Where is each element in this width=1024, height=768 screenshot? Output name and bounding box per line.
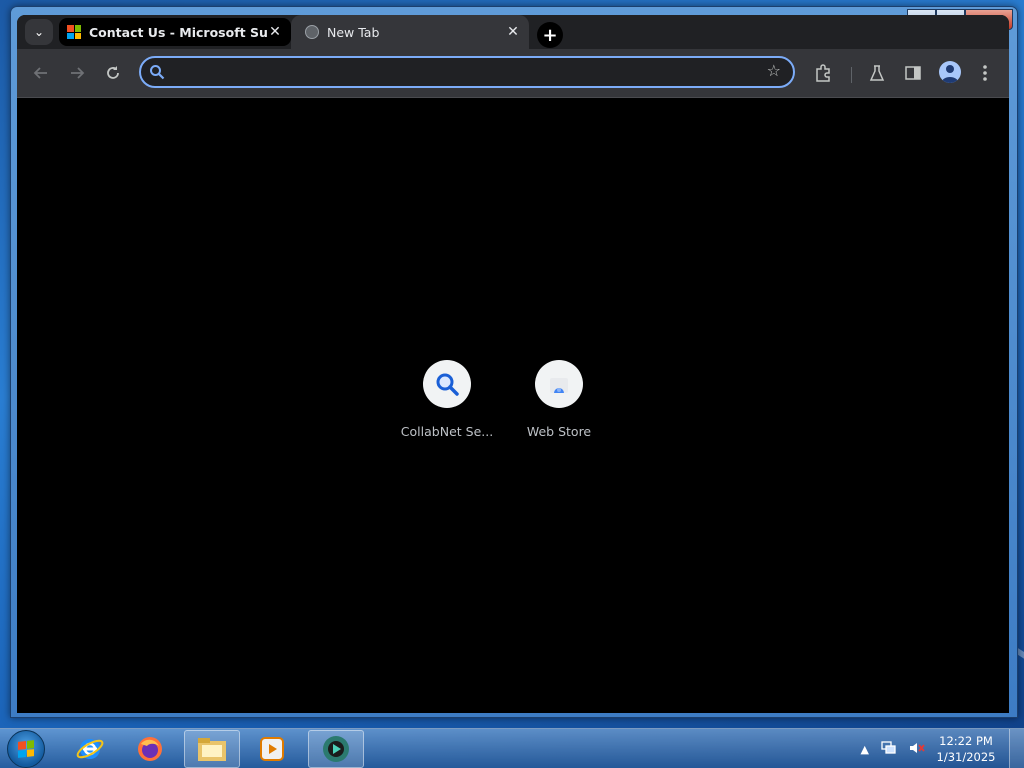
chevron-down-icon: ⌄ <box>33 25 45 39</box>
browser-window: _ □ ✕ ⌄ Contact Us - Microsoft Suppor ✕ … <box>10 6 1018 718</box>
network-icon[interactable] <box>881 740 897 758</box>
shortcut-collabnet[interactable]: CollabNet Se... <box>401 360 493 439</box>
tab-search-button[interactable]: ⌄ <box>25 19 53 45</box>
shortcut-label: CollabNet Se... <box>400 424 494 439</box>
tab-title: New Tab <box>327 24 380 40</box>
tab-strip: ⌄ Contact Us - Microsoft Suppor ✕ New Ta… <box>17 15 1009 49</box>
clock-date: 1/31/2025 <box>936 750 996 764</box>
reload-icon[interactable] <box>101 61 125 85</box>
search-icon <box>423 360 471 408</box>
volume-muted-icon[interactable] <box>909 741 925 758</box>
show-hidden-icons-icon[interactable]: ▲ <box>861 743 869 756</box>
shortcut-web-store[interactable]: Web Store <box>523 360 595 439</box>
browser-chrome: ⌄ Contact Us - Microsoft Suppor ✕ New Ta… <box>17 15 1009 713</box>
address-bar[interactable]: ☆ <box>139 56 795 88</box>
shortcuts-grid: CollabNet Se... Web Store <box>401 360 595 439</box>
system-tray: ▲ 12:22 PM 1/31/2025 <box>855 729 1024 768</box>
windows-logo-icon <box>18 740 34 758</box>
firefox-icon[interactable] <box>122 730 178 768</box>
web-store-icon <box>535 360 583 408</box>
back-icon[interactable] <box>29 61 53 85</box>
search-icon <box>150 65 165 80</box>
menu-icon[interactable] <box>973 61 997 85</box>
close-tab-icon[interactable]: ✕ <box>505 24 521 40</box>
clock[interactable]: 12:22 PM 1/31/2025 <box>931 733 1001 765</box>
toolbar-separator <box>851 67 852 83</box>
labs-icon[interactable] <box>865 61 889 85</box>
globe-icon <box>305 25 319 39</box>
show-desktop-button[interactable] <box>1009 729 1024 768</box>
new-tab-button[interactable]: + <box>537 22 563 48</box>
tab-microsoft-support[interactable]: Contact Us - Microsoft Suppor ✕ <box>59 18 291 46</box>
plus-icon: + <box>542 24 558 46</box>
internet-explorer-icon[interactable] <box>62 730 118 768</box>
taskbar: ▲ 12:22 PM 1/31/2025 <box>0 728 1024 768</box>
star-icon[interactable]: ☆ <box>767 61 781 80</box>
close-tab-icon[interactable]: ✕ <box>267 24 283 40</box>
file-explorer-icon[interactable] <box>184 730 240 768</box>
chrome-app-icon[interactable] <box>308 730 364 768</box>
address-input[interactable] <box>173 62 757 84</box>
start-button[interactable] <box>7 730 45 768</box>
clock-time: 12:22 PM <box>939 734 993 748</box>
browser-toolbar: ☆ <box>17 49 1009 98</box>
tab-title: Contact Us - Microsoft Suppor <box>89 24 267 40</box>
side-panel-icon[interactable] <box>901 61 925 85</box>
extensions-icon[interactable] <box>811 61 835 85</box>
tab-new-tab[interactable]: New Tab ✕ <box>291 15 529 49</box>
new-tab-page: CollabNet Se... Web Store <box>17 98 1009 713</box>
forward-icon[interactable] <box>65 61 89 85</box>
profile-avatar-icon[interactable] <box>939 61 961 83</box>
media-player-icon[interactable] <box>244 730 300 768</box>
shortcut-label: Web Store <box>526 424 592 439</box>
microsoft-logo-icon <box>67 25 81 39</box>
